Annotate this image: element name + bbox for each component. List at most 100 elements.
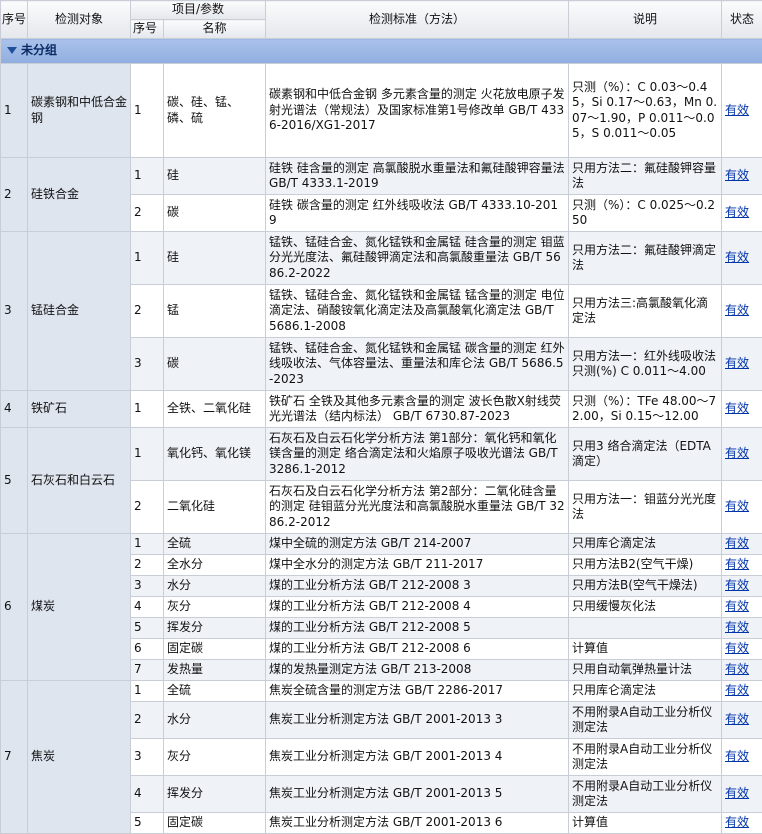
object-name: 碳素钢和中低合金钢: [28, 64, 131, 158]
item-note: 只用3 络合滴定法（EDTA滴定）: [569, 428, 722, 481]
status-cell: 有效: [722, 232, 762, 285]
item-standard: 硅铁 碳含量的测定 红外线吸收法 GB/T 4333.10-2019: [266, 195, 569, 232]
item-seq: 2: [131, 481, 164, 534]
status-cell: 有效: [722, 481, 762, 534]
item-standard: 焦炭工业分析测定方法 GB/T 2001-2013 5: [266, 776, 569, 813]
item-name: 全硫: [164, 681, 266, 702]
status-link[interactable]: 有效: [725, 620, 749, 634]
standards-table: 序号 检测对象 项目/参数 检测标准（方法） 说明 状态 序号 名称 未分组 1…: [0, 0, 762, 834]
item-standard: 焦炭工业分析测定方法 GB/T 2001-2013 3: [266, 702, 569, 739]
table-row: 1碳素钢和中低合金钢1碳、硅、锰、磷、硫碳素钢和中低合金钢 多元素含量的测定 火…: [1, 64, 762, 158]
status-link[interactable]: 有效: [725, 599, 749, 613]
item-note: 只用方法B(空气干燥法): [569, 576, 722, 597]
item-standard: 煤的工业分析方法 GB/T 212-2008 4: [266, 597, 569, 618]
status-link[interactable]: 有效: [725, 712, 749, 726]
status-link[interactable]: 有效: [725, 683, 749, 697]
status-cell: 有效: [722, 64, 762, 158]
item-seq: 5: [131, 618, 164, 639]
item-standard: 煤的工业分析方法 GB/T 212-2008 6: [266, 639, 569, 660]
collapse-triangle-icon[interactable]: [7, 47, 17, 54]
status-link[interactable]: 有效: [725, 786, 749, 800]
table-row: 5石灰石和白云石1氧化钙、氧化镁石灰石及白云石化学分析方法 第1部分：氧化钙和氧…: [1, 428, 762, 481]
item-note: 不用附录A自动工业分析仪测定法: [569, 739, 722, 776]
item-standard: 石灰石及白云石化学分析方法 第1部分：氧化钙和氧化镁含量的测定 络合滴定法和火焰…: [266, 428, 569, 481]
status-link[interactable]: 有效: [725, 578, 749, 592]
item-note: 计算值: [569, 639, 722, 660]
status-cell: 有效: [722, 813, 762, 834]
status-link[interactable]: 有效: [725, 536, 749, 550]
status-link[interactable]: 有效: [725, 401, 749, 415]
item-seq: 3: [131, 338, 164, 391]
item-seq: 2: [131, 702, 164, 739]
status-cell: 有效: [722, 158, 762, 195]
item-seq: 3: [131, 576, 164, 597]
status-link[interactable]: 有效: [725, 662, 749, 676]
object-name: 锰硅合金: [28, 232, 131, 391]
item-note: 不用附录A自动工业分析仪测定法: [569, 702, 722, 739]
object-name: 硅铁合金: [28, 158, 131, 232]
group-row[interactable]: 未分组: [1, 39, 762, 64]
item-seq: 1: [131, 232, 164, 285]
item-standard: 焦炭全硫含量的测定方法 GB/T 2286-2017: [266, 681, 569, 702]
status-link[interactable]: 有效: [725, 749, 749, 763]
status-cell: 有效: [722, 428, 762, 481]
status-link[interactable]: 有效: [725, 446, 749, 460]
item-name: 碳: [164, 338, 266, 391]
header-item-name: 名称: [164, 20, 266, 39]
item-seq: 7: [131, 660, 164, 681]
object-seq: 4: [1, 391, 28, 428]
status-link[interactable]: 有效: [725, 103, 749, 117]
item-seq: 1: [131, 158, 164, 195]
status-cell: 有效: [722, 195, 762, 232]
item-name: 全铁、二氧化硅: [164, 391, 266, 428]
item-name: 全水分: [164, 555, 266, 576]
header-standard: 检测标准（方法）: [266, 1, 569, 39]
item-note: 只用库仑滴定法: [569, 681, 722, 702]
status-cell: 有效: [722, 681, 762, 702]
item-seq: 1: [131, 391, 164, 428]
item-name: 水分: [164, 576, 266, 597]
header-target: 检测对象: [28, 1, 131, 39]
item-seq: 1: [131, 534, 164, 555]
item-standard: 锰铁、锰硅合金、氮化锰铁和金属锰 碳含量的测定 红外线吸收法、气体容量法、重量法…: [266, 338, 569, 391]
object-name: 煤炭: [28, 534, 131, 681]
status-link[interactable]: 有效: [725, 205, 749, 219]
item-seq: 1: [131, 681, 164, 702]
item-standard: 煤中全硫的测定方法 GB/T 214-2007: [266, 534, 569, 555]
item-name: 氧化钙、氧化镁: [164, 428, 266, 481]
status-link[interactable]: 有效: [725, 356, 749, 370]
object-seq: 1: [1, 64, 28, 158]
item-seq: 4: [131, 597, 164, 618]
item-standard: 煤的发热量测定方法 GB/T 213-2008: [266, 660, 569, 681]
object-name: 石灰石和白云石: [28, 428, 131, 534]
item-note: 只测（%）：TFe 48.00～72.00，Si 0.15～12.00: [569, 391, 722, 428]
item-standard: 焦炭工业分析测定方法 GB/T 2001-2013 6: [266, 813, 569, 834]
item-seq: 2: [131, 555, 164, 576]
status-link[interactable]: 有效: [725, 168, 749, 182]
status-cell: 有效: [722, 639, 762, 660]
status-cell: 有效: [722, 776, 762, 813]
status-link[interactable]: 有效: [725, 250, 749, 264]
item-name: 硅: [164, 232, 266, 285]
table-row: 7焦炭1全硫焦炭全硫含量的测定方法 GB/T 2286-2017只用库仑滴定法有…: [1, 681, 762, 702]
status-link[interactable]: 有效: [725, 641, 749, 655]
status-cell: 有效: [722, 534, 762, 555]
header-status: 状态: [722, 1, 762, 39]
group-header[interactable]: 未分组: [1, 39, 762, 64]
status-link[interactable]: 有效: [725, 303, 749, 317]
status-link[interactable]: 有效: [725, 815, 749, 829]
item-name: 灰分: [164, 739, 266, 776]
status-link[interactable]: 有效: [725, 499, 749, 513]
item-note: 只用自动氧弹热量计法: [569, 660, 722, 681]
object-name: 铁矿石: [28, 391, 131, 428]
item-standard: 煤的工业分析方法 GB/T 212-2008 3: [266, 576, 569, 597]
item-seq: 1: [131, 64, 164, 158]
item-name: 硅: [164, 158, 266, 195]
item-seq: 4: [131, 776, 164, 813]
item-standard: 碳素钢和中低合金钢 多元素含量的测定 火花放电原子发射光谱法（常规法）及国家标准…: [266, 64, 569, 158]
status-cell: 有效: [722, 739, 762, 776]
table-row: 4铁矿石1全铁、二氧化硅铁矿石 全铁及其他多元素含量的测定 波长色散X射线荧光光…: [1, 391, 762, 428]
item-standard: 煤中全水分的测定方法 GB/T 211-2017: [266, 555, 569, 576]
item-note: 只用库仑滴定法: [569, 534, 722, 555]
status-link[interactable]: 有效: [725, 557, 749, 571]
